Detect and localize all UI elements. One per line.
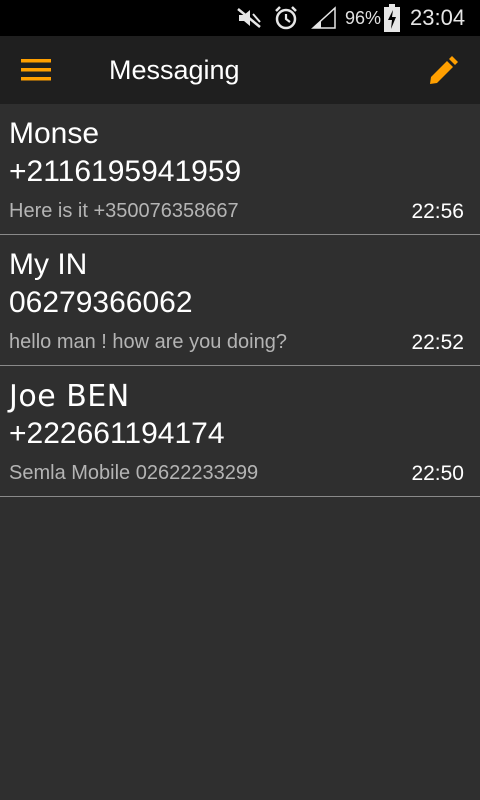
message-time: 22:50 xyxy=(411,462,464,485)
status-clock: 23:04 xyxy=(410,5,466,30)
status-bar: 96% 23:04 xyxy=(0,0,480,36)
pencil-icon xyxy=(430,56,458,84)
contact-name: Monse xyxy=(9,117,100,150)
contact-name: Joe BEN xyxy=(9,379,130,414)
message-snippet: Here is it +350076358667 xyxy=(9,200,239,222)
compose-button[interactable] xyxy=(424,52,462,90)
conversation-list: Monse +2116195941959 Here is it +3500763… xyxy=(0,104,480,497)
battery-percent: 96% xyxy=(345,7,382,28)
app-bar: Messaging xyxy=(0,36,480,104)
alarm-icon xyxy=(273,0,299,36)
contact-number: +2116195941959 xyxy=(9,155,242,188)
conversation-item[interactable]: Monse +2116195941959 Here is it +3500763… xyxy=(0,104,480,235)
contact-number: +222661194174 xyxy=(9,417,225,450)
contact-name: My IN xyxy=(9,248,88,281)
muted-icon xyxy=(236,0,262,36)
message-time: 22:52 xyxy=(411,331,464,354)
message-snippet: hello man ! how are you doing? xyxy=(9,331,287,353)
page-title: Messaging xyxy=(109,54,240,85)
message-snippet: Semla Mobile 02622233299 xyxy=(9,462,259,484)
conversation-item[interactable]: Joe BEN +222661194174 Semla Mobile 02622… xyxy=(0,366,480,497)
battery-charging-icon xyxy=(384,0,400,36)
hamburger-menu-icon xyxy=(21,59,51,81)
contact-number: 06279366062 xyxy=(9,286,193,319)
conversation-item[interactable]: My IN 06279366062 hello man ! how are yo… xyxy=(0,235,480,366)
menu-button[interactable] xyxy=(18,56,54,84)
message-time: 22:56 xyxy=(411,200,464,223)
signal-icon xyxy=(311,0,337,36)
